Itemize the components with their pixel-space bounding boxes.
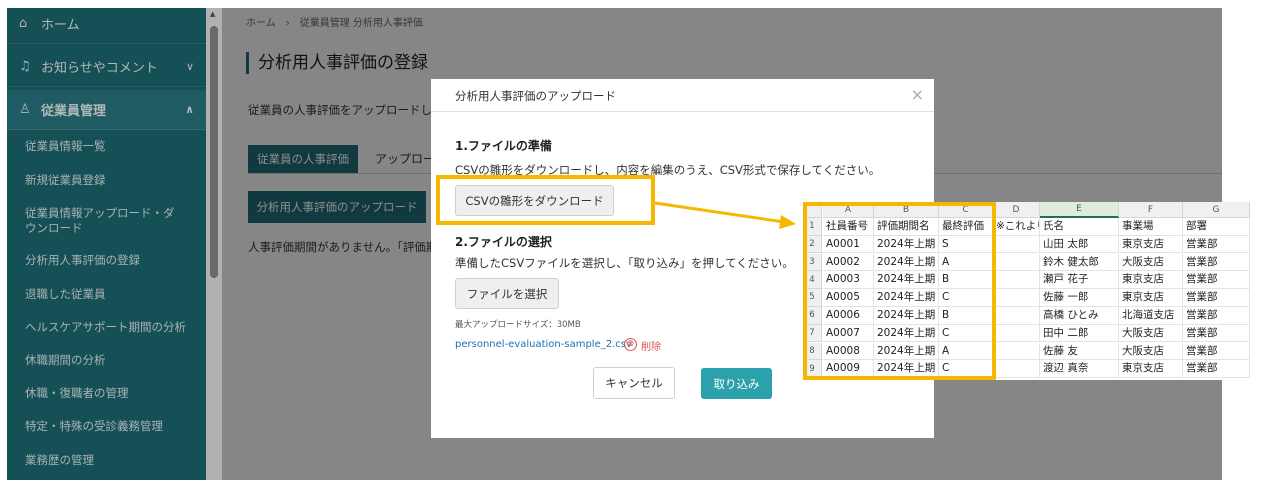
sheet-cell bbox=[993, 235, 1040, 254]
sheet-cell: 部署 bbox=[1183, 218, 1250, 236]
sheet-cell: 佐藤 一郎 bbox=[1040, 289, 1119, 307]
column-header: G bbox=[1183, 202, 1250, 218]
sheet-cell: 東京支店 bbox=[1119, 289, 1183, 307]
sheet-cell: 営業部 bbox=[1183, 360, 1250, 378]
column-header: E bbox=[1040, 202, 1119, 218]
sheet-cell bbox=[993, 253, 1040, 272]
sheet-cell: 営業部 bbox=[1183, 253, 1250, 272]
sheet-cell: 氏名 bbox=[1040, 218, 1119, 236]
sheet-cell: 高橋 ひとみ bbox=[1040, 307, 1119, 325]
sheet-cell bbox=[993, 360, 1040, 378]
sheet-cell: 営業部 bbox=[1183, 235, 1250, 254]
sheet-cell: 渡辺 真奈 bbox=[1040, 360, 1119, 378]
column-header: F bbox=[1119, 202, 1183, 218]
sheet-cell: 瀬戸 花子 bbox=[1040, 271, 1119, 289]
sheet-cell: 東京支店 bbox=[1119, 271, 1183, 289]
sheet-cell: ※これより bbox=[993, 218, 1040, 236]
sheet-cell bbox=[993, 271, 1040, 289]
sheet-cell bbox=[993, 307, 1040, 325]
sheet-cell: 営業部 bbox=[1183, 271, 1250, 289]
sheet-cell bbox=[993, 324, 1040, 343]
screen: ⌂ ホーム ♫ お知らせやコメント ∨ ♙ 従業員管理 ∧ 従業員情報一覧 新規… bbox=[0, 0, 1264, 485]
sheet-cell: 鈴木 健太郎 bbox=[1040, 253, 1119, 272]
sheet-cell bbox=[993, 289, 1040, 307]
sheet-cell: 田中 二郎 bbox=[1040, 324, 1119, 343]
sheet-cell: 大阪支店 bbox=[1119, 253, 1183, 272]
sheet-cell: 佐藤 友 bbox=[1040, 342, 1119, 361]
sheet-cell: 営業部 bbox=[1183, 307, 1250, 325]
sheet-cell: 東京支店 bbox=[1119, 360, 1183, 378]
sheet-cell: 営業部 bbox=[1183, 324, 1250, 343]
sheet-cell: 営業部 bbox=[1183, 289, 1250, 307]
sheet-cell bbox=[993, 342, 1040, 361]
sheet-cell: 事業場 bbox=[1119, 218, 1183, 236]
sheet-cell: 大阪支店 bbox=[1119, 342, 1183, 361]
sheet-cell: 東京支店 bbox=[1119, 235, 1183, 254]
sheet-cell: 山田 太郎 bbox=[1040, 235, 1119, 254]
sheet-cell: 大阪支店 bbox=[1119, 324, 1183, 343]
sheet-cell: 営業部 bbox=[1183, 342, 1250, 361]
spreadsheet-highlight-box bbox=[803, 202, 996, 380]
column-header: D bbox=[993, 202, 1040, 218]
sheet-cell: 北海道支店 bbox=[1119, 307, 1183, 325]
